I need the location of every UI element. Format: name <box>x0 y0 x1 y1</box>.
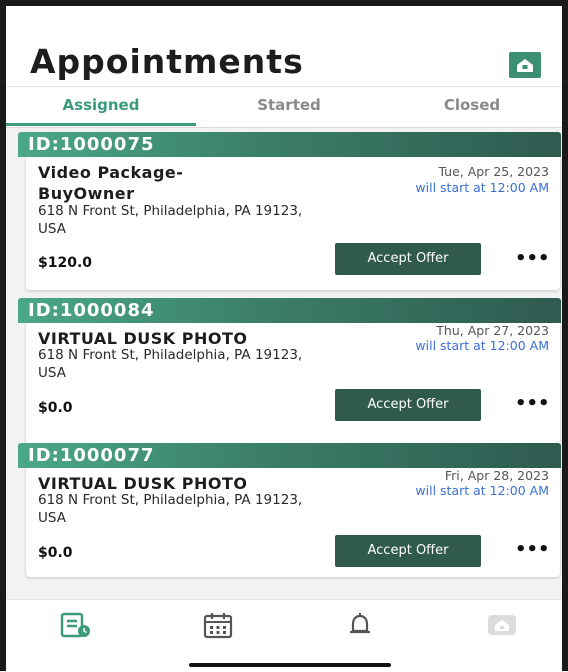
start-time: will start at 12:00 AM <box>415 338 549 353</box>
service-name: Video Package-BuyOwner <box>38 163 184 203</box>
bottom-navigation <box>6 599 562 672</box>
appointment-id-banner: ID:1000075 <box>18 132 561 157</box>
price: $0.0 <box>38 545 73 561</box>
nav-notifications[interactable] <box>340 610 380 640</box>
appointment-card[interactable]: ID:1000075 Video Package-BuyOwner 618 N … <box>18 132 561 290</box>
start-time: will start at 12:00 AM <box>415 180 549 195</box>
bell-icon <box>350 613 370 634</box>
accept-offer-button[interactable]: Accept Offer <box>335 243 481 275</box>
page-title: Appointments <box>30 42 304 81</box>
calendar-icon <box>203 613 233 639</box>
appointment-id: ID:1000084 <box>28 300 155 321</box>
nav-calendar[interactable] <box>198 610 238 640</box>
address: 618 N Front St, Philadelphia, PA 19123, … <box>38 492 303 526</box>
home-indicator <box>189 663 391 667</box>
home-icon <box>488 615 516 635</box>
accept-offer-button[interactable]: Accept Offer <box>335 389 481 421</box>
price: $0.0 <box>38 400 73 416</box>
address: 618 N Front St, Philadelphia, PA 19123, … <box>38 203 303 237</box>
appointment-card[interactable]: ID:1000077 VIRTUAL DUSK PHOTO 618 N Fron… <box>18 443 561 577</box>
price: $120.0 <box>38 255 93 271</box>
tab-assigned[interactable]: Assigned <box>6 87 196 125</box>
home-icon <box>517 59 533 72</box>
nav-appointments[interactable] <box>56 610 96 640</box>
appointment-id-banner: ID:1000077 <box>18 443 561 468</box>
accept-offer-button[interactable]: Accept Offer <box>335 535 481 567</box>
appointment-id-banner: ID:1000084 <box>18 298 561 323</box>
appointment-date: Thu, Apr 27, 2023 <box>436 323 549 338</box>
tab-closed[interactable]: Closed <box>382 87 562 125</box>
appointment-date: Fri, Apr 28, 2023 <box>444 468 549 483</box>
more-options-button[interactable]: ••• <box>515 541 550 562</box>
appointment-card[interactable]: ID:1000084 VIRTUAL DUSK PHOTO 618 N Fron… <box>18 298 561 456</box>
device-frame-right <box>562 0 568 671</box>
app-header: Appointments <box>6 6 562 86</box>
start-time: will start at 12:00 AM <box>415 483 549 498</box>
more-options-button[interactable]: ••• <box>515 395 550 416</box>
appointments-list-icon <box>60 612 90 638</box>
tab-started[interactable]: Started <box>196 87 382 125</box>
home-button[interactable] <box>509 52 541 78</box>
more-options-button[interactable]: ••• <box>515 250 550 271</box>
appointment-date: Tue, Apr 25, 2023 <box>438 164 549 179</box>
tab-bar: Assigned Started Closed <box>6 86 562 128</box>
appointment-id: ID:1000077 <box>28 445 155 466</box>
address: 618 N Front St, Philadelphia, PA 19123, … <box>38 347 303 381</box>
appointment-id: ID:1000075 <box>28 134 155 155</box>
active-tab-indicator <box>6 123 196 126</box>
nav-home[interactable] <box>482 610 522 640</box>
